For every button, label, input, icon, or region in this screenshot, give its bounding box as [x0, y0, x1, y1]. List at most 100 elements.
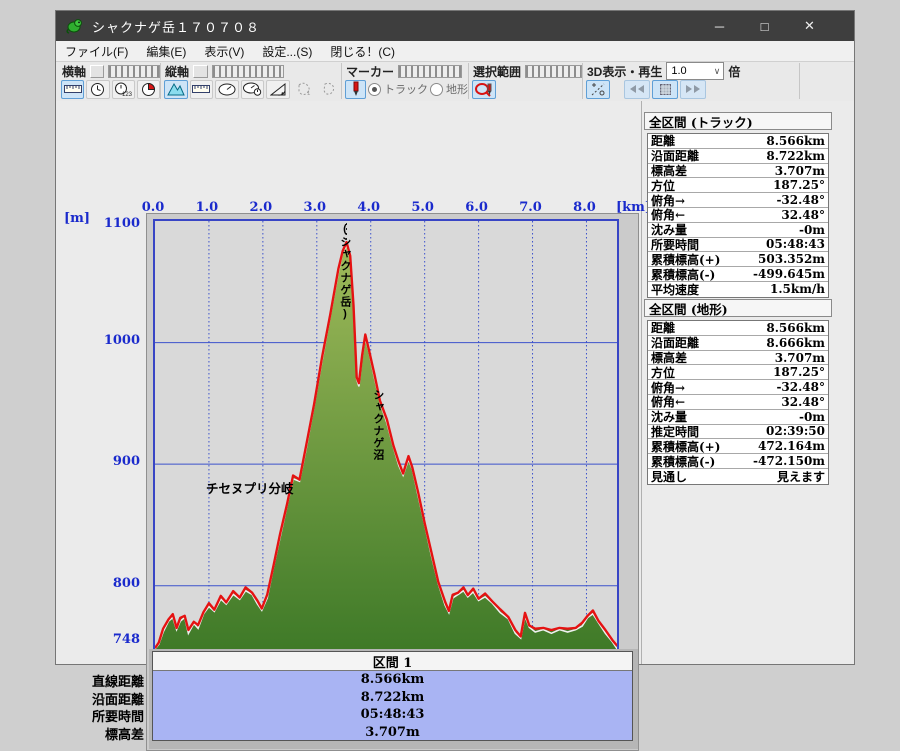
playback-play-button[interactable] — [680, 80, 706, 99]
row-value: 02:39:50 — [766, 424, 825, 438]
group-horizontal-axis: 横軸 123 — [58, 63, 161, 99]
close-button[interactable]: ✕ — [787, 11, 832, 41]
yaxis-speed-time-button[interactable] — [241, 80, 265, 99]
section-table-header: 区間 1 — [153, 652, 632, 671]
gauge-icon — [218, 83, 236, 96]
xaxis-distance-button[interactable] — [61, 80, 84, 99]
terrain-panel-header: 全区間 (地形) — [644, 299, 832, 317]
marker-slider[interactable] — [398, 65, 462, 78]
row-value: 1.5km/h — [770, 282, 825, 296]
track-panel-header: 全区間 (トラック) — [644, 112, 832, 130]
maximize-button[interactable]: □ — [742, 11, 787, 41]
terrain-row: 累積標高(-)-472.150m — [648, 454, 828, 469]
row-value: -0m — [799, 223, 825, 237]
yaxis-tick-label: 800 — [80, 576, 140, 591]
menu-item-file[interactable]: ファイル(F) — [56, 41, 137, 62]
yaxis-extra2-button[interactable] — [317, 80, 341, 99]
row-value: 8.566km — [766, 134, 825, 148]
clock-123-icon: 123 — [114, 82, 132, 97]
menu-item-view[interactable]: 表示(V) — [195, 41, 253, 62]
marker-label: マーカー — [346, 63, 394, 80]
vertical-axis-mini-button[interactable] — [193, 65, 208, 78]
yaxis-tick-label: 1000 — [80, 333, 140, 348]
chart-annotation: (シャクナゲ岳) — [338, 223, 350, 321]
xaxis-time-button[interactable] — [86, 80, 109, 99]
yaxis-elevation-button[interactable] — [164, 80, 188, 99]
xaxis-time-numbers-button[interactable]: 123 — [112, 80, 135, 99]
playback-speed-unit: 倍 — [728, 63, 740, 80]
playback-speed-value: 1.0 — [671, 65, 686, 77]
row-value: 3.707m — [775, 351, 825, 365]
yaxis-distance-button[interactable] — [190, 80, 214, 99]
info-panel: 全区間 (トラック) 距離8.566km沿面距離8.722km標高差3.707m… — [644, 101, 834, 664]
horizontal-axis-mini-button[interactable] — [90, 65, 104, 78]
menu-bar: ファイル(F)編集(E)表示(V)設定...(S)閉じる！(C) — [56, 41, 854, 62]
section-row-value: 8.722km — [153, 689, 632, 707]
row-value: 見えます — [777, 468, 825, 485]
menu-item-edit[interactable]: 編集(E) — [137, 41, 195, 62]
marker-pen-button[interactable] — [345, 80, 366, 99]
play-icon — [685, 84, 701, 94]
pie-clock-icon — [141, 82, 156, 97]
stop-icon — [660, 84, 671, 95]
minimize-button[interactable]: ─ — [697, 11, 742, 41]
row-value: 32.48° — [781, 395, 825, 409]
section-table-backdrop: 区間 1 8.566km8.722km05:48:433.707m — [149, 649, 638, 749]
elevation-profile-plot[interactable]: (シャクナゲ岳)シャクナゲ沼チセヌプリ分岐 — [153, 219, 619, 651]
vertical-axis-slider[interactable] — [212, 65, 284, 78]
row-value: 3.707m — [775, 164, 825, 178]
dashed-shape-1-icon: 1 — [296, 82, 312, 96]
track-row: 平均速度1.5km/h — [648, 282, 828, 297]
section-row-label: 直線距離 — [72, 671, 144, 690]
radio-dot-icon — [368, 83, 381, 96]
xaxis-pie-time-button[interactable] — [137, 80, 160, 99]
yaxis-tick-label: 1100 — [80, 216, 140, 231]
selection-label: 選択範囲 — [473, 63, 521, 80]
row-value: -32.48° — [776, 380, 825, 394]
elevation-profile-svg — [155, 221, 617, 649]
selection-loop-icon — [474, 82, 494, 97]
row-value: -0m — [799, 410, 825, 424]
yaxis-slope-button[interactable] — [266, 80, 290, 99]
section-row-label: 所要時間 — [72, 706, 144, 725]
playback-viewpoint-button[interactable] — [586, 80, 610, 99]
group-selection: 選択範囲 — [469, 63, 583, 99]
app-window: シャクナゲ岳１７０７０８ ─ □ ✕ ファイル(F)編集(E)表示(V)設定..… — [55, 10, 855, 665]
dashed-shape-2-icon — [321, 82, 337, 96]
gauge-clock-icon — [243, 82, 262, 96]
menu-item-close[interactable]: 閉じる！(C) — [321, 41, 404, 62]
selection-loop-button[interactable] — [472, 80, 496, 99]
row-label: 見通し — [651, 468, 687, 485]
rewind-icon — [629, 84, 645, 94]
panel-divider — [641, 101, 642, 664]
chevron-down-icon: ∨ — [714, 66, 721, 77]
protractor-icon — [270, 83, 286, 96]
row-value: 8.666km — [766, 336, 825, 350]
terrain-row: 見通し 見えます — [648, 469, 828, 484]
chart-annotation: チセヌプリ分岐 — [206, 483, 294, 496]
playback-speed-combobox[interactable]: 1.0 ∨ — [666, 62, 724, 80]
selection-slider[interactable] — [525, 65, 582, 78]
yaxis-speed-button[interactable] — [215, 80, 239, 99]
yaxis-tick-label: 900 — [80, 454, 140, 469]
track-panel-table: 距離8.566km沿面距離8.722km標高差3.707m方位187.25°俯角… — [647, 133, 829, 298]
row-value: 8.566km — [766, 321, 825, 335]
row-value: 503.352m — [758, 252, 825, 266]
row-value: 472.164m — [758, 439, 825, 453]
yaxis-extra1-button[interactable]: 1 — [292, 80, 316, 99]
title-bar: シャクナゲ岳１７０７０８ ─ □ ✕ — [56, 11, 854, 41]
track-row: 累積標高(-)-499.645m — [648, 267, 828, 282]
slope-view-icon — [590, 82, 607, 97]
window-controls: ─ □ ✕ — [697, 11, 832, 41]
horizontal-axis-slider[interactable] — [108, 65, 160, 78]
playback-rewind-button[interactable] — [624, 80, 650, 99]
marker-target-terrain-radio[interactable]: 地形 — [430, 81, 468, 97]
row-value: 187.25° — [773, 365, 825, 379]
marker-target-track-radio[interactable]: トラック — [368, 81, 428, 97]
client-area: [m] [km] 0.01.02.03.04.05.06.07.08.0 748… — [56, 101, 854, 664]
marker-track-label: トラック — [384, 81, 428, 97]
menu-item-settings[interactable]: 設定...(S) — [253, 41, 321, 62]
section-row-label: 標高差 — [72, 724, 144, 743]
row-value: -472.150m — [753, 454, 825, 468]
playback-stop-button[interactable] — [652, 80, 678, 99]
